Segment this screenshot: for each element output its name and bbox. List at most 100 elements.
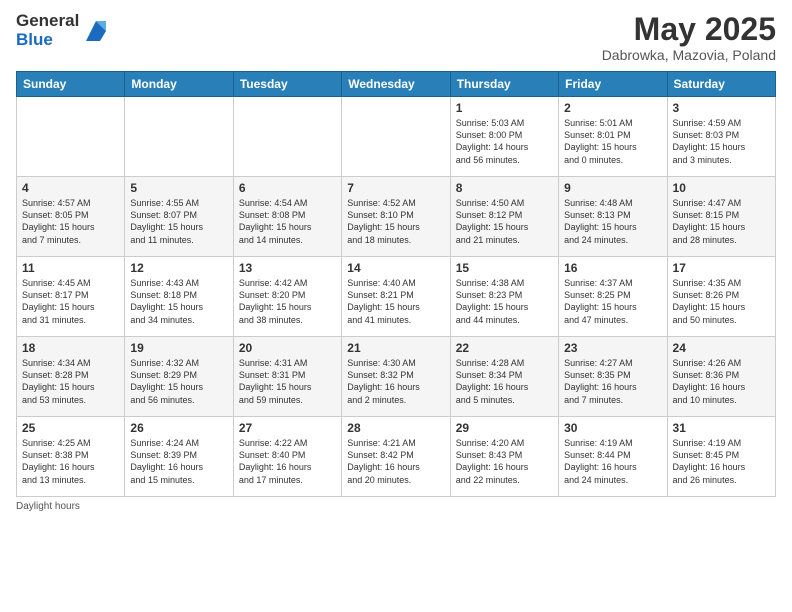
day-info: Sunrise: 4:34 AM Sunset: 8:28 PM Dayligh… — [22, 357, 119, 406]
week-row-1: 4Sunrise: 4:57 AM Sunset: 8:05 PM Daylig… — [17, 177, 776, 257]
day-number: 13 — [239, 261, 336, 275]
day-info: Sunrise: 4:47 AM Sunset: 8:15 PM Dayligh… — [673, 197, 770, 246]
day-number: 30 — [564, 421, 661, 435]
day-number: 7 — [347, 181, 444, 195]
calendar-table: SundayMondayTuesdayWednesdayThursdayFrid… — [16, 71, 776, 497]
day-info: Sunrise: 4:45 AM Sunset: 8:17 PM Dayligh… — [22, 277, 119, 326]
day-cell: 9Sunrise: 4:48 AM Sunset: 8:13 PM Daylig… — [559, 177, 667, 257]
footer-daylight: Daylight hours — [16, 501, 776, 512]
week-row-0: 1 Sunrise: 5:03 AM Sunset: 8:00 PM Daylig… — [17, 97, 776, 177]
logo: General Blue — [16, 12, 110, 49]
day-number: 28 — [347, 421, 444, 435]
weekday-header-saturday: Saturday — [667, 72, 775, 97]
day-info: Sunrise: 4:50 AM Sunset: 8:12 PM Dayligh… — [456, 197, 553, 246]
day-number: 20 — [239, 341, 336, 355]
weekday-header-thursday: Thursday — [450, 72, 558, 97]
day-info: Sunrise: 4:25 AM Sunset: 8:38 PM Dayligh… — [22, 437, 119, 486]
day-info: Sunrise: 4:22 AM Sunset: 8:40 PM Dayligh… — [239, 437, 336, 486]
day-info: Sunrise: 4:42 AM Sunset: 8:20 PM Dayligh… — [239, 277, 336, 326]
day-number: 1 — [456, 101, 553, 115]
day-info: Sunrise: 4:27 AM Sunset: 8:35 PM Dayligh… — [564, 357, 661, 406]
logo-icon — [82, 17, 110, 45]
day-cell: 16Sunrise: 4:37 AM Sunset: 8:25 PM Dayli… — [559, 257, 667, 337]
day-cell: 14 Sunrise: 4:40 AM Sunset: 8:21 PM Dayli… — [342, 257, 450, 337]
day-cell: 25 Sunrise: 4:25 AM Sunset: 8:38 PM Dayli… — [17, 417, 125, 497]
day-number: 14 — [347, 261, 444, 275]
day-number: 3 — [673, 101, 770, 115]
day-info: Sunrise: 4:31 AM Sunset: 8:31 PM Dayligh… — [239, 357, 336, 406]
day-number: 23 — [564, 341, 661, 355]
day-info: Sunrise: 4:32 AM Sunset: 8:29 PM Dayligh… — [130, 357, 227, 406]
logo-blue: Blue — [16, 31, 79, 50]
day-cell: 29 Sunrise: 4:20 AM Sunset: 8:43 PM Dayli… — [450, 417, 558, 497]
day-cell: 17 Sunrise: 4:35 AM Sunset: 8:26 PM Dayli… — [667, 257, 775, 337]
day-info: Sunrise: 4:19 AM Sunset: 8:44 PM Dayligh… — [564, 437, 661, 486]
day-cell: 20 Sunrise: 4:31 AM Sunset: 8:31 PM Dayli… — [233, 337, 341, 417]
day-info: Sunrise: 4:20 AM Sunset: 8:43 PM Dayligh… — [456, 437, 553, 486]
logo-general: General — [16, 12, 79, 31]
day-number: 26 — [130, 421, 227, 435]
day-cell: 4Sunrise: 4:57 AM Sunset: 8:05 PM Daylig… — [17, 177, 125, 257]
day-cell — [17, 97, 125, 177]
day-number: 21 — [347, 341, 444, 355]
day-number: 4 — [22, 181, 119, 195]
calendar-body: 1 Sunrise: 5:03 AM Sunset: 8:00 PM Daylig… — [17, 97, 776, 497]
day-info: Sunrise: 4:30 AM Sunset: 8:32 PM Dayligh… — [347, 357, 444, 406]
day-cell: 23 Sunrise: 4:27 AM Sunset: 8:35 PM Dayli… — [559, 337, 667, 417]
day-info: Sunrise: 4:37 AM Sunset: 8:25 PM Dayligh… — [564, 277, 661, 326]
day-number: 27 — [239, 421, 336, 435]
day-info: Sunrise: 4:54 AM Sunset: 8:08 PM Dayligh… — [239, 197, 336, 246]
weekday-header-tuesday: Tuesday — [233, 72, 341, 97]
day-info: Sunrise: 4:19 AM Sunset: 8:45 PM Dayligh… — [673, 437, 770, 486]
day-cell: 2Sunrise: 5:01 AM Sunset: 8:01 PM Daylig… — [559, 97, 667, 177]
day-info: Sunrise: 5:01 AM Sunset: 8:01 PM Dayligh… — [564, 117, 661, 166]
day-info: Sunrise: 4:40 AM Sunset: 8:21 PM Dayligh… — [347, 277, 444, 326]
day-cell: 21 Sunrise: 4:30 AM Sunset: 8:32 PM Dayli… — [342, 337, 450, 417]
day-cell: 5Sunrise: 4:55 AM Sunset: 8:07 PM Daylig… — [125, 177, 233, 257]
day-info: Sunrise: 4:52 AM Sunset: 8:10 PM Dayligh… — [347, 197, 444, 246]
day-cell — [342, 97, 450, 177]
weekday-header-wednesday: Wednesday — [342, 72, 450, 97]
day-cell: 6 Sunrise: 4:54 AM Sunset: 8:08 PM Daylig… — [233, 177, 341, 257]
day-cell: 27 Sunrise: 4:22 AM Sunset: 8:40 PM Dayli… — [233, 417, 341, 497]
day-cell: 18Sunrise: 4:34 AM Sunset: 8:28 PM Dayli… — [17, 337, 125, 417]
day-number: 15 — [456, 261, 553, 275]
day-number: 6 — [239, 181, 336, 195]
week-row-3: 18Sunrise: 4:34 AM Sunset: 8:28 PM Dayli… — [17, 337, 776, 417]
day-number: 11 — [22, 261, 119, 275]
day-info: Sunrise: 4:38 AM Sunset: 8:23 PM Dayligh… — [456, 277, 553, 326]
day-cell: 7 Sunrise: 4:52 AM Sunset: 8:10 PM Daylig… — [342, 177, 450, 257]
day-number: 22 — [456, 341, 553, 355]
month-title: May 2025 — [602, 12, 776, 47]
weekday-header-friday: Friday — [559, 72, 667, 97]
day-info: Sunrise: 5:03 AM Sunset: 8:00 PM Dayligh… — [456, 117, 553, 166]
day-info: Sunrise: 4:26 AM Sunset: 8:36 PM Dayligh… — [673, 357, 770, 406]
day-cell — [233, 97, 341, 177]
week-row-4: 25 Sunrise: 4:25 AM Sunset: 8:38 PM Dayli… — [17, 417, 776, 497]
day-cell: 15 Sunrise: 4:38 AM Sunset: 8:23 PM Dayli… — [450, 257, 558, 337]
day-cell: 11 Sunrise: 4:45 AM Sunset: 8:17 PM Dayli… — [17, 257, 125, 337]
day-cell — [125, 97, 233, 177]
day-number: 19 — [130, 341, 227, 355]
day-info: Sunrise: 4:43 AM Sunset: 8:18 PM Dayligh… — [130, 277, 227, 326]
day-number: 17 — [673, 261, 770, 275]
page-header: General Blue May 2025 Dabrowka, Mazovia,… — [16, 12, 776, 63]
day-cell: 28Sunrise: 4:21 AM Sunset: 8:42 PM Dayli… — [342, 417, 450, 497]
day-cell: 12Sunrise: 4:43 AM Sunset: 8:18 PM Dayli… — [125, 257, 233, 337]
page-container: General Blue May 2025 Dabrowka, Mazovia,… — [0, 0, 792, 522]
location: Dabrowka, Mazovia, Poland — [602, 47, 776, 63]
day-cell: 22Sunrise: 4:28 AM Sunset: 8:34 PM Dayli… — [450, 337, 558, 417]
day-cell: 13 Sunrise: 4:42 AM Sunset: 8:20 PM Dayli… — [233, 257, 341, 337]
day-cell: 26Sunrise: 4:24 AM Sunset: 8:39 PM Dayli… — [125, 417, 233, 497]
day-info: Sunrise: 4:35 AM Sunset: 8:26 PM Dayligh… — [673, 277, 770, 326]
day-cell: 1 Sunrise: 5:03 AM Sunset: 8:00 PM Daylig… — [450, 97, 558, 177]
week-row-2: 11 Sunrise: 4:45 AM Sunset: 8:17 PM Dayli… — [17, 257, 776, 337]
weekday-header-sunday: Sunday — [17, 72, 125, 97]
day-number: 25 — [22, 421, 119, 435]
weekday-header-monday: Monday — [125, 72, 233, 97]
day-info: Sunrise: 4:59 AM Sunset: 8:03 PM Dayligh… — [673, 117, 770, 166]
day-cell: 3 Sunrise: 4:59 AM Sunset: 8:03 PM Daylig… — [667, 97, 775, 177]
day-number: 29 — [456, 421, 553, 435]
day-cell: 30 Sunrise: 4:19 AM Sunset: 8:44 PM Dayli… — [559, 417, 667, 497]
day-info: Sunrise: 4:55 AM Sunset: 8:07 PM Dayligh… — [130, 197, 227, 246]
